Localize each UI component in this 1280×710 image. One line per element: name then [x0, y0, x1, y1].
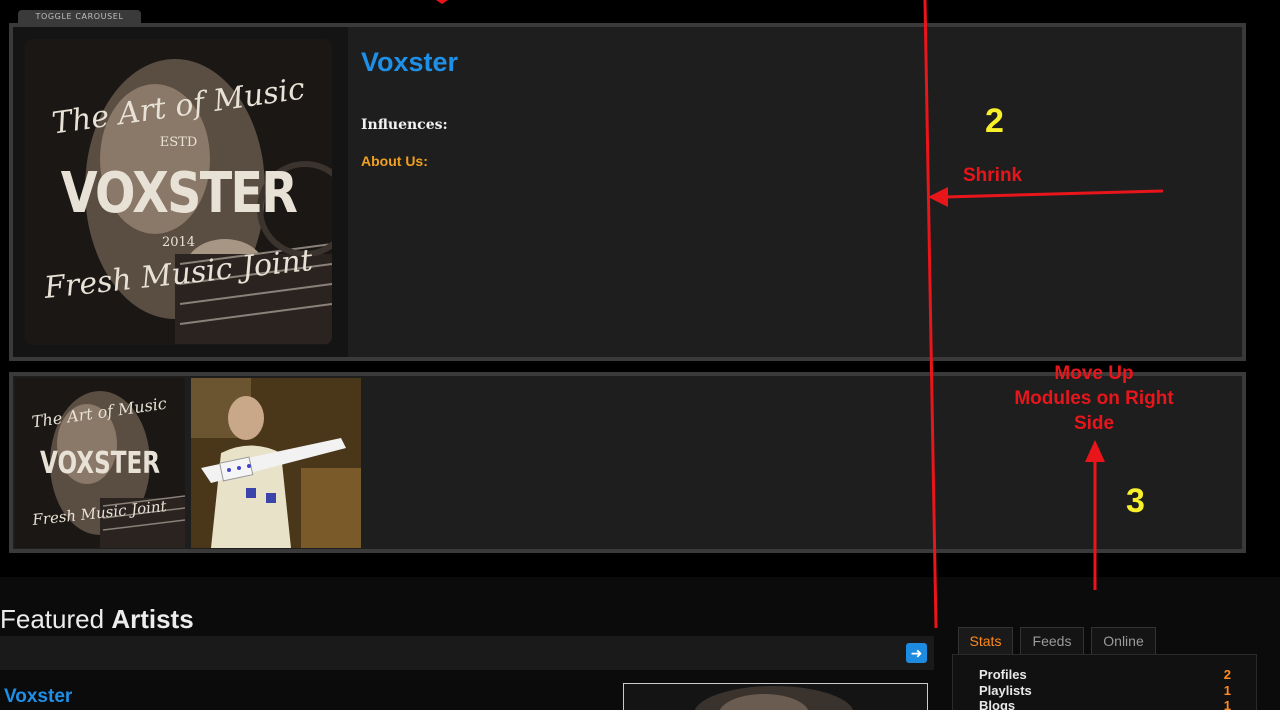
annotation-move-up-line3: Side — [1073, 413, 1115, 434]
annotation-shrink-arrow-head — [928, 187, 948, 207]
annotation-number-2: 2 — [985, 102, 1004, 140]
annotation-number-3: 3 — [1126, 482, 1145, 520]
annotation-move-up-line2: Modules on Right — [1014, 388, 1174, 409]
annotation-divider-line — [923, 0, 938, 629]
annotation-shrink-arrow-shaft — [944, 189, 1164, 199]
annotation-shrink: Shrink — [963, 165, 1023, 186]
annotation-move-up-line1: Move Up — [1054, 363, 1134, 384]
annotation-overlay — [436, 0, 1164, 629]
annotation-move-up: Move Up Modules on Right Side — [990, 361, 1198, 436]
annotation-top-arrow-tip — [436, 0, 448, 4]
annotation-moveup-arrow-head — [1085, 440, 1105, 462]
